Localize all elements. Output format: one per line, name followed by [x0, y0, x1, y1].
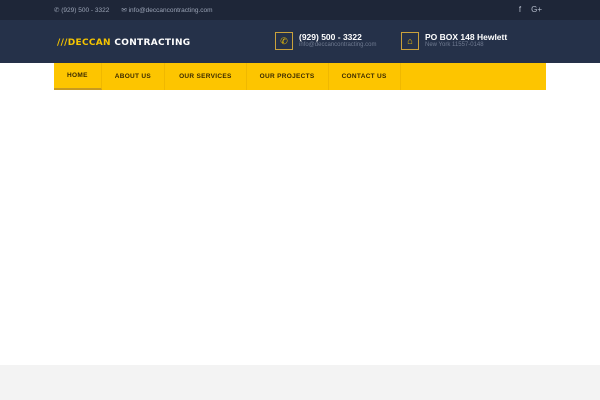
footer — [0, 365, 600, 400]
top-bar: ✆ (929) 500 - 3322 ✉ info@deccancontract… — [0, 0, 600, 20]
address-info: ⌂ PO BOX 148 Hewlett New York 11557-0148 — [401, 32, 507, 50]
nav-about-us[interactable]: ABOUT US — [102, 63, 166, 90]
google-plus-icon[interactable]: G+ — [531, 5, 542, 14]
main-nav: HOME ABOUT US OUR SERVICES OUR PROJECTS … — [54, 63, 546, 90]
nav-contact-us[interactable]: CONTACT US — [329, 63, 401, 90]
nav-our-services[interactable]: OUR SERVICES — [165, 63, 247, 90]
facebook-icon[interactable]: f — [519, 5, 521, 14]
topbar-email[interactable]: ✉ info@deccancontracting.com — [121, 6, 212, 14]
mail-icon: ✉ — [121, 7, 129, 14]
contact-info: ✆ (929) 500 - 3322 info@deccancontracting… — [275, 32, 376, 50]
nav-our-projects[interactable]: OUR PROJECTS — [247, 63, 329, 90]
topbar-phone[interactable]: ✆ (929) 500 - 3322 — [54, 6, 109, 14]
home-icon: ⌂ — [401, 32, 419, 50]
nav-home[interactable]: HOME — [54, 63, 102, 90]
logo[interactable]: ///DECCAN CONTRACTING — [57, 38, 190, 48]
phone-icon: ✆ — [275, 32, 293, 50]
